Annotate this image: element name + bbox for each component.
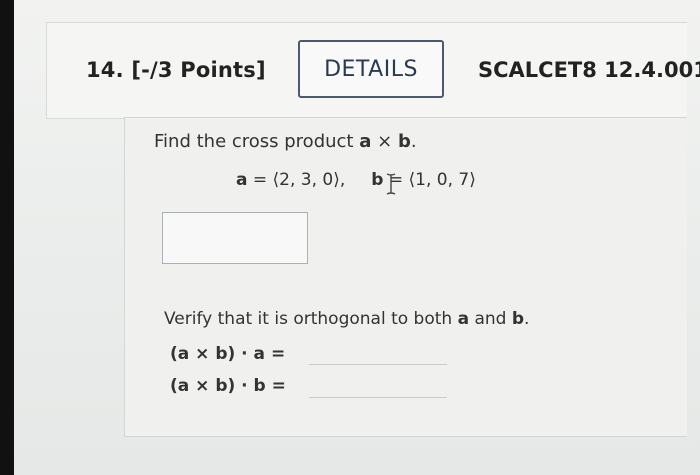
vector-b-name: b bbox=[371, 170, 384, 190]
dot-a-label: (a × b) · a = bbox=[170, 344, 286, 364]
question-prompt: Find the cross product a × b. bbox=[154, 131, 417, 152]
vector-a-value: = ⟨2, 3, 0⟩, bbox=[247, 170, 346, 190]
verify-b-symbol: b bbox=[511, 309, 525, 329]
question-number: 14. bbox=[86, 58, 124, 82]
vector-b-value: = ⟨1, 0, 7⟩ bbox=[383, 170, 476, 190]
question-title: 14. [-/3 Points] bbox=[86, 58, 266, 82]
prompt-period: . bbox=[410, 131, 417, 152]
verify-text: Verify that it is orthogonal to both bbox=[164, 309, 458, 329]
dot-b-answer-input[interactable] bbox=[309, 377, 447, 398]
verify-and: and bbox=[469, 309, 512, 329]
dot-a-answer-input[interactable] bbox=[309, 344, 447, 365]
vector-a-name: a bbox=[236, 170, 248, 190]
question-points: [-/3 Points] bbox=[131, 58, 266, 82]
cross-symbol: × bbox=[377, 131, 393, 152]
vector-definitions: a = ⟨2, 3, 0⟩, b = ⟨1, 0, 7⟩ bbox=[236, 170, 476, 190]
dot-b-label: (a × b) · b = bbox=[170, 376, 286, 396]
verify-prompt: Verify that it is orthogonal to both a a… bbox=[164, 309, 529, 329]
vector-b-symbol: b bbox=[397, 131, 411, 152]
details-button[interactable]: DETAILS bbox=[298, 40, 444, 98]
prompt-text: Find the cross product bbox=[154, 131, 360, 152]
cross-product-answer-input[interactable] bbox=[162, 212, 308, 264]
verify-a-symbol: a bbox=[457, 309, 470, 329]
text-cursor-icon bbox=[386, 173, 396, 195]
course-code: SCALCET8 12.4.001. bbox=[478, 58, 700, 82]
vector-a-symbol: a bbox=[359, 131, 372, 152]
verify-period: . bbox=[524, 309, 530, 329]
